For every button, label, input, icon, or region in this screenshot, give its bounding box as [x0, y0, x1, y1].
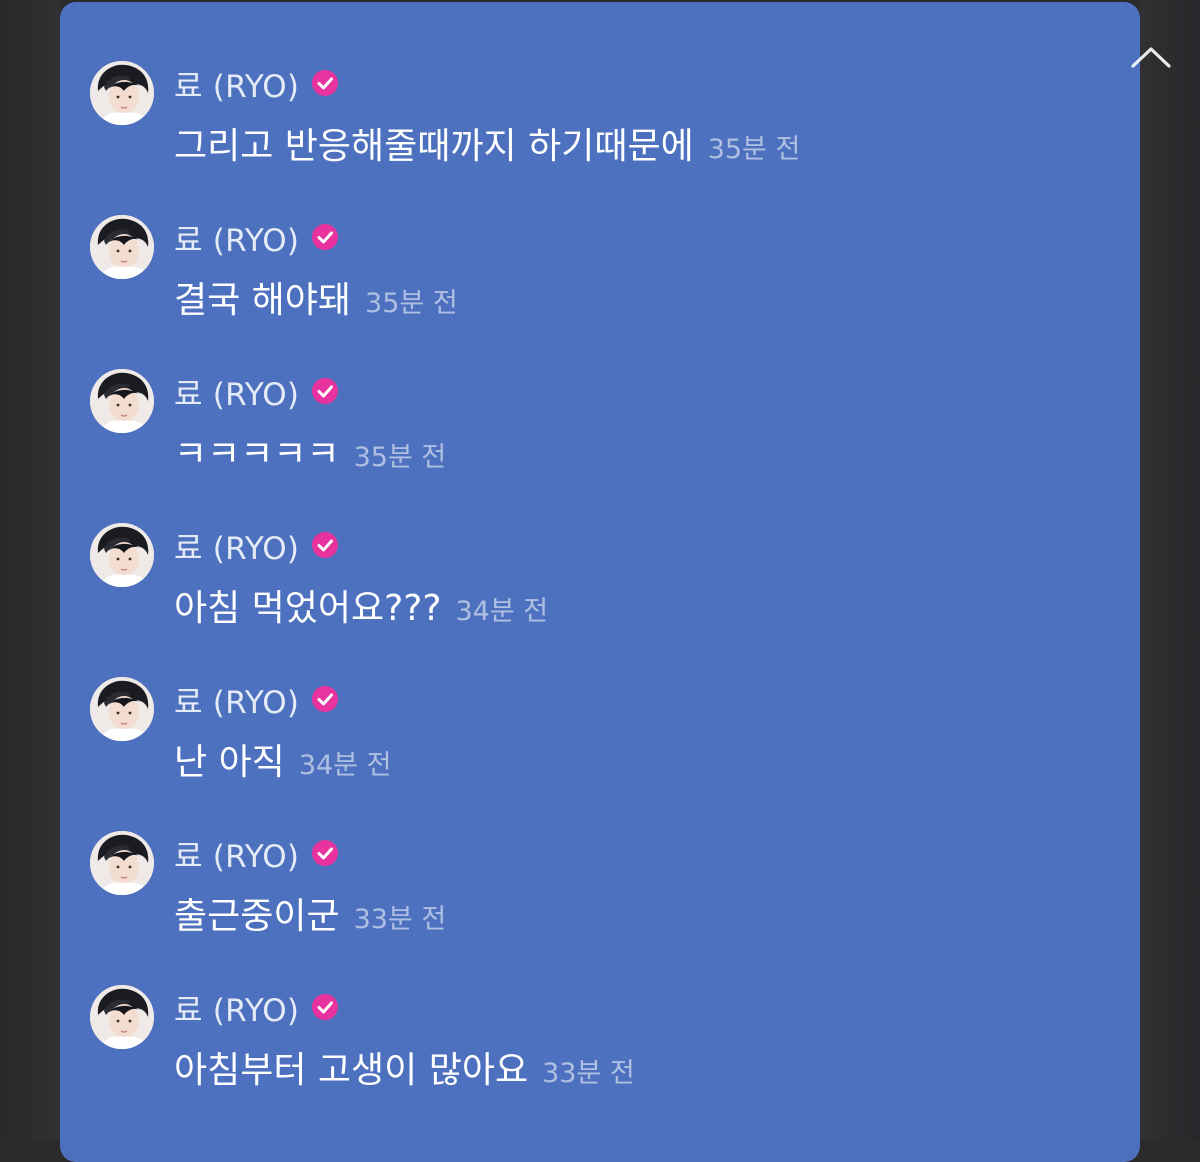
verified-badge-icon	[311, 223, 339, 251]
message-text: 그리고 반응해줄때까지 하기때문에	[174, 126, 694, 167]
verified-badge-icon	[311, 993, 339, 1021]
message-item: 료 (RYO) 그리고 반응해줄때까지 하기때문에 35분 전	[90, 61, 1090, 191]
verified-badge-icon	[311, 839, 339, 867]
avatar[interactable]	[90, 215, 154, 279]
message-item: 료 (RYO) 출근중이군 33분 전	[90, 831, 1090, 961]
author-name[interactable]: 료 (RYO)	[174, 369, 299, 414]
author-name[interactable]: 료 (RYO)	[174, 61, 299, 106]
avatar[interactable]	[90, 523, 154, 587]
message-item: 료 (RYO) ㅋㅋㅋㅋㅋ 35분 전	[90, 369, 1090, 499]
avatar[interactable]	[90, 985, 154, 1049]
author-name[interactable]: 료 (RYO)	[174, 677, 299, 722]
message-text: 아침부터 고생이 많아요	[174, 1050, 529, 1091]
verified-badge-icon	[311, 531, 339, 559]
message-item: 료 (RYO) 난 아직 34분 전	[90, 677, 1090, 807]
message-time: 33분 전	[353, 904, 447, 935]
collapse-button[interactable]	[1126, 40, 1176, 74]
author-name[interactable]: 료 (RYO)	[174, 831, 299, 876]
message-item: 료 (RYO) 아침부터 고생이 많아요 33분 전	[90, 985, 1090, 1115]
message-text: ㅋㅋㅋㅋㅋ	[174, 434, 340, 475]
author-name[interactable]: 료 (RYO)	[174, 523, 299, 568]
author-name[interactable]: 료 (RYO)	[174, 985, 299, 1030]
author-name[interactable]: 료 (RYO)	[174, 215, 299, 260]
verified-badge-icon	[311, 377, 339, 405]
chevron-up-icon	[1131, 47, 1171, 68]
avatar[interactable]	[90, 677, 154, 741]
message-time: 34분 전	[455, 596, 549, 627]
background-right	[1140, 0, 1200, 1141]
message-text: 결국 해야돼	[174, 280, 352, 321]
message-text: 출근중이군	[174, 896, 340, 937]
verified-badge-icon	[311, 69, 339, 97]
avatar[interactable]	[90, 61, 154, 125]
message-time: 35분 전	[353, 442, 447, 473]
verified-badge-icon	[311, 685, 339, 713]
message-time: 34분 전	[298, 750, 392, 781]
message-time: 35분 전	[707, 134, 801, 165]
avatar[interactable]	[90, 831, 154, 895]
message-time: 35분 전	[365, 288, 458, 319]
avatar[interactable]	[90, 369, 154, 433]
message-item: 료 (RYO) 결국 해야돼 35분 전	[90, 215, 1090, 345]
background-left	[0, 0, 60, 1141]
message-time: 33분 전	[542, 1058, 635, 1089]
message-item: 료 (RYO) 아침 먹었어요??? 34분 전	[90, 523, 1090, 653]
message-text: 난 아직	[174, 742, 285, 783]
message-text: 아침 먹었어요???	[174, 588, 442, 629]
